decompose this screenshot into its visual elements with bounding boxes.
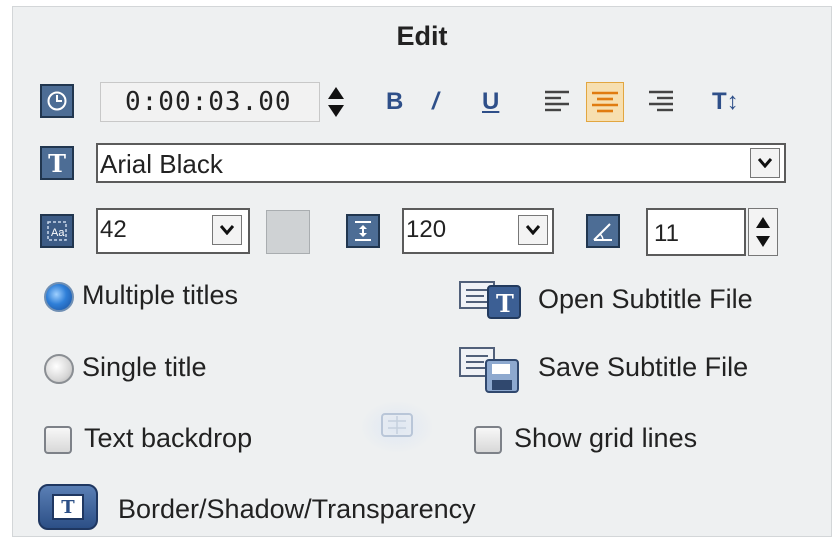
duration-field[interactable]: 0:00:03.00 (100, 82, 320, 122)
bold-button[interactable]: B (386, 88, 403, 116)
font-size-icon[interactable]: Aa (40, 214, 74, 248)
border-shadow-label[interactable]: Border/Shadow/Transparency (118, 494, 476, 525)
line-spacing-dropdown-button[interactable] (518, 215, 548, 245)
font-family-field[interactable]: Arial Black (96, 143, 786, 183)
align-right-button[interactable] (646, 86, 676, 121)
angle-spinner[interactable] (748, 208, 778, 256)
text-T-icon[interactable]: T (40, 146, 74, 180)
save-subtitle-icon[interactable] (458, 344, 524, 401)
size-dropdown-button[interactable] (212, 215, 242, 245)
open-subtitle-icon[interactable]: T (458, 276, 524, 329)
font-family-value: Arial Black (100, 149, 223, 179)
italic-button[interactable]: / (432, 88, 439, 116)
clock-icon[interactable] (40, 84, 74, 118)
svg-text:T: T (496, 289, 514, 318)
align-center-button[interactable] (586, 82, 624, 122)
panel-title: Edit (396, 21, 448, 51)
backdrop-settings-icon[interactable] (362, 402, 432, 452)
underline-button[interactable]: U (482, 88, 499, 116)
chevron-down-icon (526, 225, 540, 235)
vertical-text-button[interactable]: T↕ (712, 88, 739, 116)
multiple-titles-label: Multiple titles (82, 280, 239, 310)
show-grid-lines-label: Show grid lines (514, 423, 698, 453)
single-title-radio[interactable] (44, 354, 74, 384)
border-shadow-icon[interactable]: T (38, 484, 98, 530)
font-dropdown-button[interactable] (750, 148, 780, 178)
open-subtitle-label[interactable]: Open Subtitle File (538, 284, 753, 315)
align-left-button[interactable] (542, 86, 572, 121)
text-backdrop-label: Text backdrop (84, 423, 253, 453)
chevron-down-icon (758, 158, 772, 168)
multiple-titles-radio[interactable] (44, 282, 74, 312)
show-grid-lines-checkbox[interactable] (474, 426, 502, 454)
single-title-label: Single title (82, 352, 207, 382)
angle-icon[interactable] (586, 214, 620, 248)
svg-text:Aa: Aa (51, 227, 65, 239)
angle-field[interactable]: 11 (646, 208, 746, 256)
chevron-down-icon (220, 225, 234, 235)
line-spacing-icon[interactable] (346, 214, 380, 248)
save-subtitle-label[interactable]: Save Subtitle File (538, 352, 748, 383)
text-backdrop-checkbox[interactable] (44, 426, 72, 454)
duration-spinner[interactable] (324, 82, 348, 122)
text-color-swatch[interactable] (266, 210, 310, 254)
